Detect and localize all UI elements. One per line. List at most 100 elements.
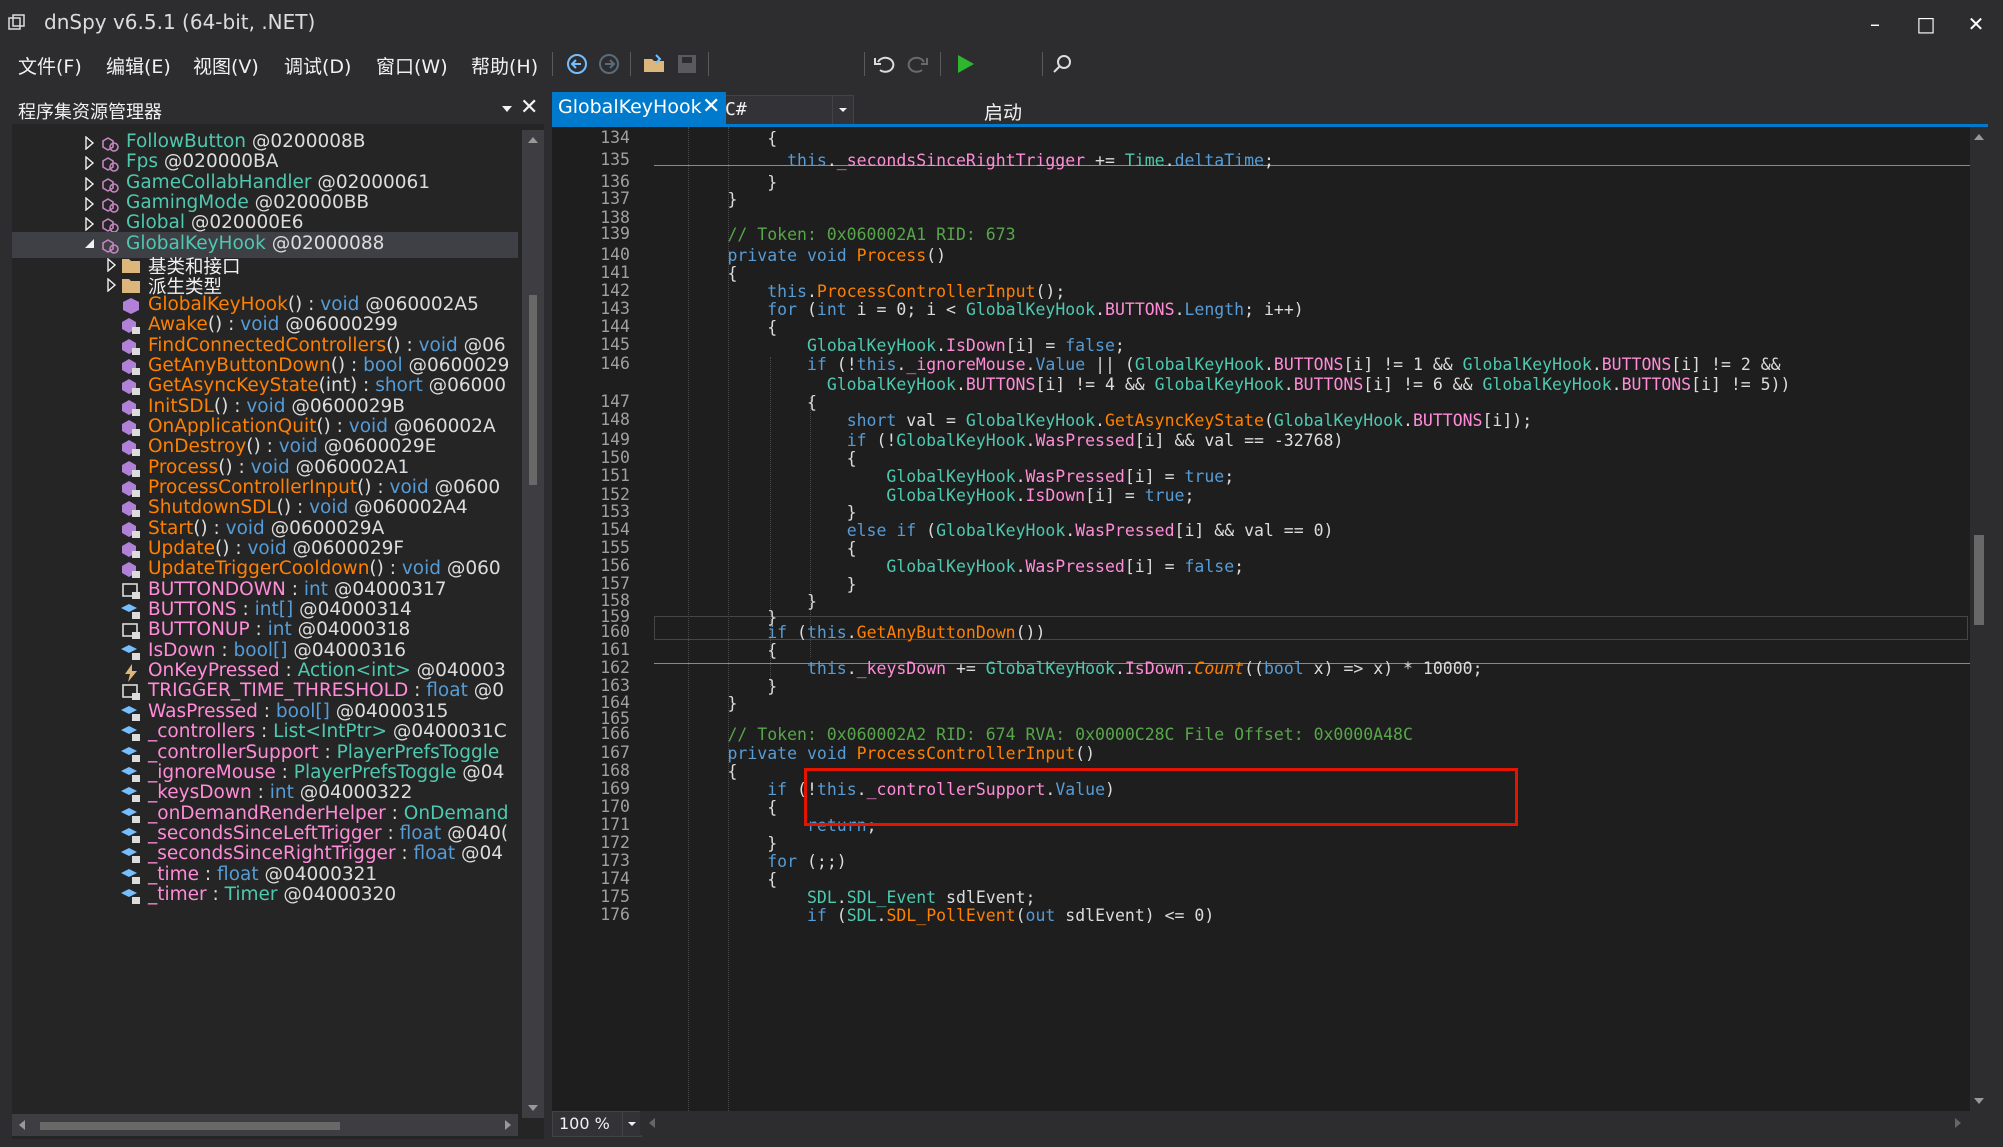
class-icon (102, 218, 119, 233)
menu-window[interactable]: 窗口(W) (376, 52, 448, 79)
toolbar-separator (552, 52, 553, 76)
tree-node-label: Update() : void @0600029F (148, 538, 405, 559)
code-editor[interactable]: 134 {135 this._secondsSinceRightTrigger … (552, 127, 1970, 1111)
close-tab-button[interactable]: ✕ (702, 94, 720, 119)
tree-node-label: TRIGGER_TIME_THRESHOLD : float @0 (148, 680, 504, 701)
forward-icon[interactable] (596, 53, 622, 75)
scroll-down-icon[interactable] (522, 1100, 544, 1116)
save-icon[interactable] (674, 53, 700, 75)
code-line: // Token: 0x060002A1 RID: 673 (648, 225, 1016, 244)
status-bar (0, 1139, 2003, 1147)
tree-node-label: OnKeyPressed : Action<int> @040003 (148, 660, 506, 681)
scroll-left-icon[interactable] (14, 1114, 30, 1136)
start-debugging-label[interactable]: 启动 (984, 98, 1022, 125)
tree-node-label: InitSDL() : void @0600029B (148, 396, 405, 417)
assembly-explorer-title: 程序集资源管理器 (18, 102, 162, 123)
tree-node-label: _time : float @04000321 (148, 864, 378, 885)
tab-globalkeyhook[interactable]: GlobalKeyHook ✕ (552, 92, 726, 124)
tree-node-label: _secondsSinceLeftTrigger : float @040( (148, 823, 509, 844)
tree-node-label: _keysDown : int @04000322 (148, 782, 413, 803)
editor-horizontal-scrollbar[interactable] (640, 1111, 1970, 1135)
tree-node-label: Fps @020000BA (126, 151, 279, 172)
expand-arrow-icon[interactable] (84, 156, 96, 170)
tree-node-label: GlobalKeyHook() : void @060002A5 (148, 294, 479, 315)
class-icon (102, 157, 119, 172)
scroll-left-icon[interactable] (644, 1111, 660, 1135)
panel-menu-icon[interactable] (500, 104, 514, 114)
zoom-dropdown[interactable] (622, 1112, 641, 1136)
menu-toolbar: 文件(F) 编辑(E) 视图(V) 调试(D) 窗口(W) 帮助(H) C# 启… (0, 46, 2003, 125)
expand-arrow-icon[interactable] (84, 217, 96, 231)
language-dropdown[interactable] (832, 96, 853, 124)
code-line: { (648, 129, 778, 148)
scroll-right-icon[interactable] (500, 1114, 516, 1136)
play-icon[interactable] (952, 53, 978, 75)
editor-vertical-scrollbar[interactable] (1970, 127, 1988, 1111)
line-number: 135 (600, 150, 630, 169)
tree-node-label: FindConnectedControllers() : void @06 (148, 335, 506, 356)
scroll-right-icon[interactable] (1950, 1111, 1966, 1135)
zoom-select[interactable]: 100 % (552, 1111, 642, 1137)
tree-node-label: GetAnyButtonDown() : bool @0600029 (148, 355, 510, 376)
tab-label: GlobalKeyHook (558, 96, 702, 118)
tree-node-label: _timer : Timer @04000320 (148, 884, 397, 905)
menu-view[interactable]: 视图(V) (193, 52, 259, 79)
back-icon[interactable] (564, 53, 590, 75)
tree-node-label: BUTTONS : int[] @04000314 (148, 599, 412, 620)
menu-file[interactable]: 文件(F) (18, 52, 82, 79)
language-value: C# (725, 99, 747, 120)
expanded-arrow-icon[interactable] (84, 238, 96, 252)
tree-node-label: BUTTONUP : int @04000318 (148, 619, 411, 640)
redo-icon[interactable] (904, 53, 930, 75)
search-icon[interactable] (1050, 53, 1076, 75)
method-icon (122, 562, 140, 578)
field-icon (121, 848, 140, 863)
toolbar-separator (864, 52, 865, 76)
tree-node-label: WasPressed : bool[] @04000315 (148, 701, 449, 722)
scroll-thumb[interactable] (1974, 535, 1984, 625)
code-line: } (648, 190, 738, 209)
open-folder-icon[interactable] (642, 53, 668, 75)
tree-horizontal-scrollbar[interactable] (12, 1114, 518, 1136)
code-line: if (!this._ignoreMouse.Value || (GlobalK… (806, 355, 1781, 374)
assembly-explorer-panel: 程序集资源管理器 ✕ FollowButton @0200008B Fps @02… (12, 94, 544, 1139)
expand-arrow-icon[interactable] (84, 136, 96, 150)
menu-help[interactable]: 帮助(H) (471, 52, 538, 79)
scroll-thumb[interactable] (40, 1122, 340, 1130)
tree-node-label: OnApplicationQuit() : void @060002A (148, 416, 496, 437)
tree-node-label: UpdateTriggerCooldown() : void @060 (148, 558, 501, 579)
scroll-thumb[interactable] (529, 295, 537, 485)
tree-node[interactable]: _timer : Timer @04000320 (12, 883, 518, 909)
menu-edit[interactable]: 编辑(E) (106, 52, 171, 79)
expand-arrow-icon[interactable] (84, 177, 96, 191)
tree-node-label: GamingMode @020000BB (126, 192, 370, 213)
method-icon (122, 379, 140, 395)
chevron-down-icon (628, 1122, 636, 1126)
language-select[interactable]: C# (720, 95, 854, 125)
minimize-button[interactable]: – (1855, 10, 1895, 38)
code-line: } (648, 694, 738, 713)
expand-arrow-icon[interactable] (106, 258, 118, 272)
expand-arrow-icon[interactable] (84, 197, 96, 211)
scroll-down-icon[interactable] (1970, 1093, 1988, 1109)
expand-arrow-icon[interactable] (106, 278, 118, 292)
tree-node-label: _secondsSinceRightTrigger : float @04 (148, 843, 504, 864)
field-icon (121, 787, 140, 802)
undo-icon[interactable] (872, 53, 898, 75)
scroll-up-icon[interactable] (522, 132, 544, 148)
tree-vertical-scrollbar[interactable] (522, 130, 544, 1118)
highlight-annotation-box (804, 768, 1518, 826)
code-line: if (SDL.SDL_PollEvent(out sdlEvent) <= 0… (806, 906, 1215, 925)
field-icon (121, 889, 140, 904)
assembly-explorer-header: 程序集资源管理器 ✕ (12, 94, 544, 124)
menu-debug[interactable]: 调试(D) (284, 52, 351, 79)
maximize-button[interactable]: □ (1906, 10, 1946, 38)
app-icon (8, 14, 25, 30)
close-panel-button[interactable]: ✕ (520, 95, 538, 120)
method-icon (122, 440, 140, 456)
scroll-up-icon[interactable] (1970, 129, 1988, 145)
toolbar-separator (1042, 52, 1043, 76)
assembly-tree[interactable]: FollowButton @0200008B Fps @020000BA GameC… (12, 130, 518, 1118)
window-title: dnSpy v6.5.1 (64-bit, .NET) (44, 10, 316, 34)
close-window-button[interactable]: ✕ (1956, 10, 1996, 38)
